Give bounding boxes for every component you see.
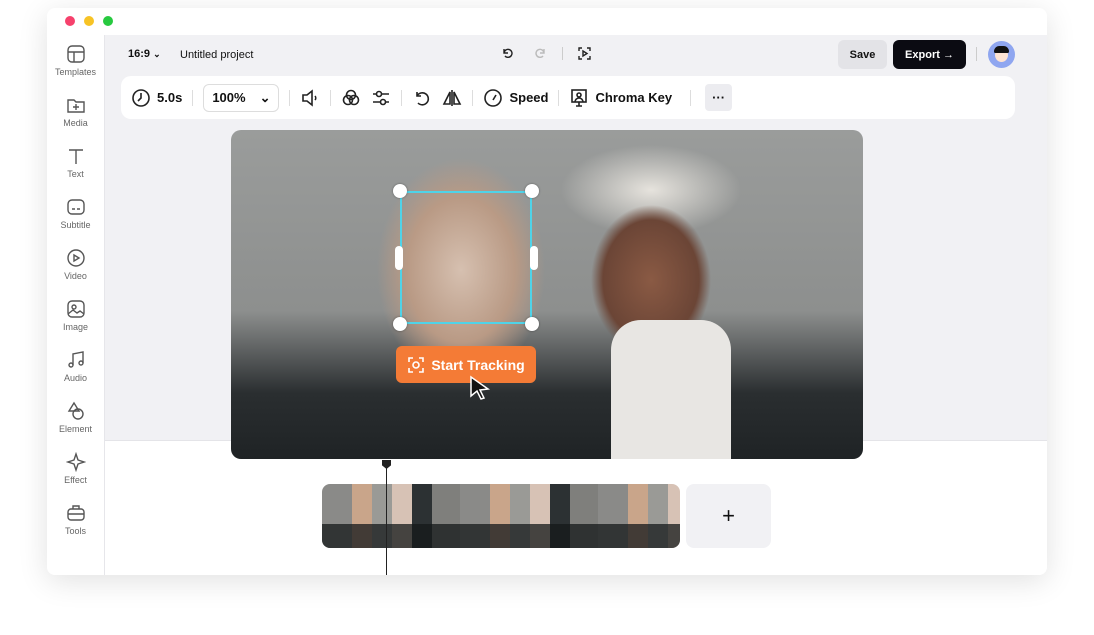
sidebar-item-element[interactable]: Element (47, 392, 104, 443)
sliders-icon (373, 90, 390, 105)
sidebar-item-effect[interactable]: Effect (47, 443, 104, 494)
resize-handle-top-right[interactable] (525, 184, 539, 198)
playhead-handle[interactable] (382, 460, 391, 469)
divider (976, 47, 977, 61)
chroma-key-icon (571, 88, 588, 107)
preview-icon[interactable] (577, 46, 592, 61)
project-title[interactable]: Untitled project (180, 49, 253, 61)
zoom-select[interactable]: 100% ⌄ (203, 83, 280, 112)
app-window: Templates Media Text Subtitle Video Imag… (47, 8, 1047, 575)
sidebar-label: Subtitle (60, 220, 91, 230)
flip-button[interactable] (442, 88, 462, 108)
aspect-ratio-value: 16:9 (128, 48, 151, 60)
filters-button[interactable] (341, 88, 361, 108)
chevron-down-icon: ⌄ (153, 49, 161, 59)
flip-icon (443, 89, 462, 106)
shapes-icon (67, 401, 84, 420)
sidebar-item-subtitle[interactable]: Subtitle (47, 188, 104, 239)
resize-handle-bottom-left[interactable] (393, 317, 407, 331)
sidebar: Templates Media Text Subtitle Video Imag… (47, 35, 105, 575)
more-options-button[interactable]: ··· (705, 84, 733, 111)
image-icon (66, 300, 85, 318)
close-window-button[interactable] (65, 16, 75, 26)
toolbox-icon (66, 505, 85, 521)
avatar[interactable] (988, 41, 1015, 68)
resize-handle-top-left[interactable] (393, 184, 407, 198)
resize-handle-left[interactable] (395, 246, 403, 270)
sidebar-label: Image (62, 322, 88, 332)
sidebar-item-video[interactable]: Video (47, 239, 104, 290)
chevron-down-icon: ⌄ (259, 89, 271, 105)
sidebar-label: Audio (63, 373, 88, 383)
aspect-ratio-select[interactable]: 16:9 ⌄ (128, 48, 161, 60)
duration-value: 5.0s (157, 90, 183, 105)
chroma-key-button[interactable]: Chroma Key (569, 88, 672, 108)
filters-icon (343, 89, 360, 105)
cursor-icon (470, 375, 491, 400)
duration-button[interactable]: 5.0s (131, 88, 182, 108)
video-preview[interactable] (231, 130, 863, 459)
playhead[interactable] (386, 460, 387, 575)
sidebar-item-media[interactable]: Media (47, 86, 104, 137)
subtitle-icon (66, 199, 85, 215)
sidebar-label: Tools (64, 526, 86, 536)
tracking-selection-box[interactable] (400, 191, 532, 324)
zoom-value: 100% (212, 90, 246, 105)
adjust-button[interactable] (371, 88, 391, 108)
sparkle-icon (65, 452, 86, 472)
sidebar-label: Video (64, 271, 87, 281)
redo-icon[interactable] (533, 46, 547, 60)
timeline: + (105, 440, 1047, 575)
text-icon (68, 149, 83, 164)
speaker-icon (302, 88, 318, 107)
volume-button[interactable] (300, 88, 320, 108)
speed-button[interactable]: Speed (483, 88, 548, 108)
divider (562, 47, 563, 60)
video-clip-track[interactable] (322, 484, 680, 548)
video-icon (66, 249, 85, 267)
maximize-window-button[interactable] (103, 16, 113, 26)
rotate-button[interactable] (412, 88, 432, 108)
add-clip-button[interactable]: + (686, 484, 771, 548)
clock-icon (132, 88, 150, 107)
sidebar-label: Text (67, 169, 84, 179)
start-tracking-button[interactable]: Start Tracking (396, 346, 536, 383)
templates-icon (66, 45, 85, 63)
sidebar-label: Effect (64, 475, 87, 485)
clip-toolbar: 5.0s 100% ⌄ Speed Chroma Key ··· (121, 76, 1015, 119)
sidebar-item-image[interactable]: Image (47, 290, 104, 341)
save-button[interactable]: Save (838, 40, 887, 69)
music-icon (67, 351, 84, 368)
minimize-window-button[interactable] (84, 16, 94, 26)
sidebar-label: Templates (54, 67, 97, 77)
sidebar-item-text[interactable]: Text (47, 137, 104, 188)
sidebar-item-audio[interactable]: Audio (47, 341, 104, 392)
resize-handle-bottom-right[interactable] (525, 317, 539, 331)
tracking-icon (408, 356, 425, 373)
sidebar-item-tools[interactable]: Tools (47, 494, 104, 545)
sidebar-label: Media (63, 118, 88, 128)
chroma-key-label: Chroma Key (595, 90, 673, 105)
sidebar-label: Element (58, 424, 93, 434)
export-button[interactable]: Export → (893, 40, 966, 69)
folder-plus-icon (66, 99, 85, 113)
sidebar-item-templates[interactable]: Templates (47, 35, 104, 86)
speedometer-icon (484, 88, 503, 107)
resize-handle-right[interactable] (530, 246, 538, 270)
rotate-icon (416, 91, 430, 106)
speed-label: Speed (509, 90, 549, 105)
start-tracking-label: Start Tracking (431, 356, 525, 373)
undo-icon[interactable] (501, 46, 515, 60)
shirt-shape (611, 320, 731, 459)
